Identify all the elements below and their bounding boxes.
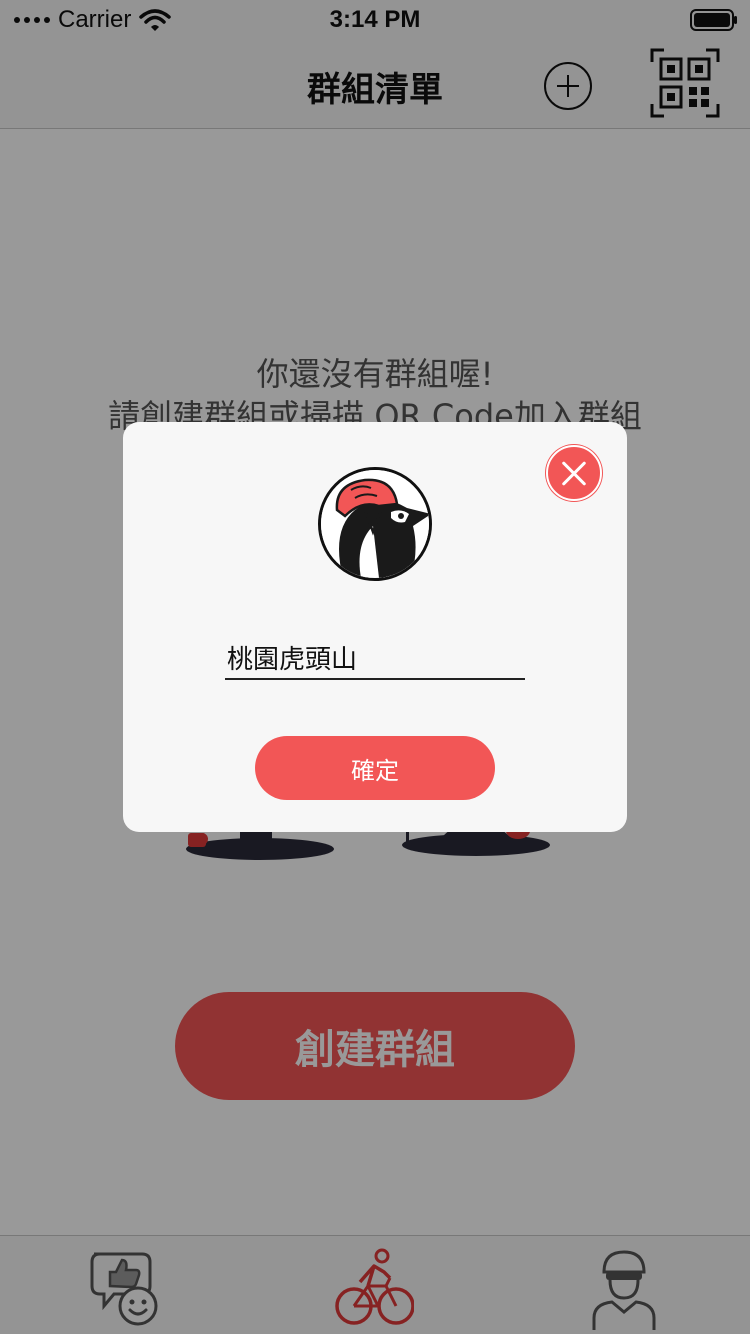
group-name-input[interactable] — [225, 636, 525, 680]
confirm-button[interactable]: 確定 — [255, 736, 495, 800]
penguin-cyclist-avatar-icon — [321, 470, 429, 578]
group-avatar — [318, 467, 432, 581]
join-group-dialog: 確定 — [123, 422, 627, 832]
close-button[interactable] — [546, 445, 602, 501]
